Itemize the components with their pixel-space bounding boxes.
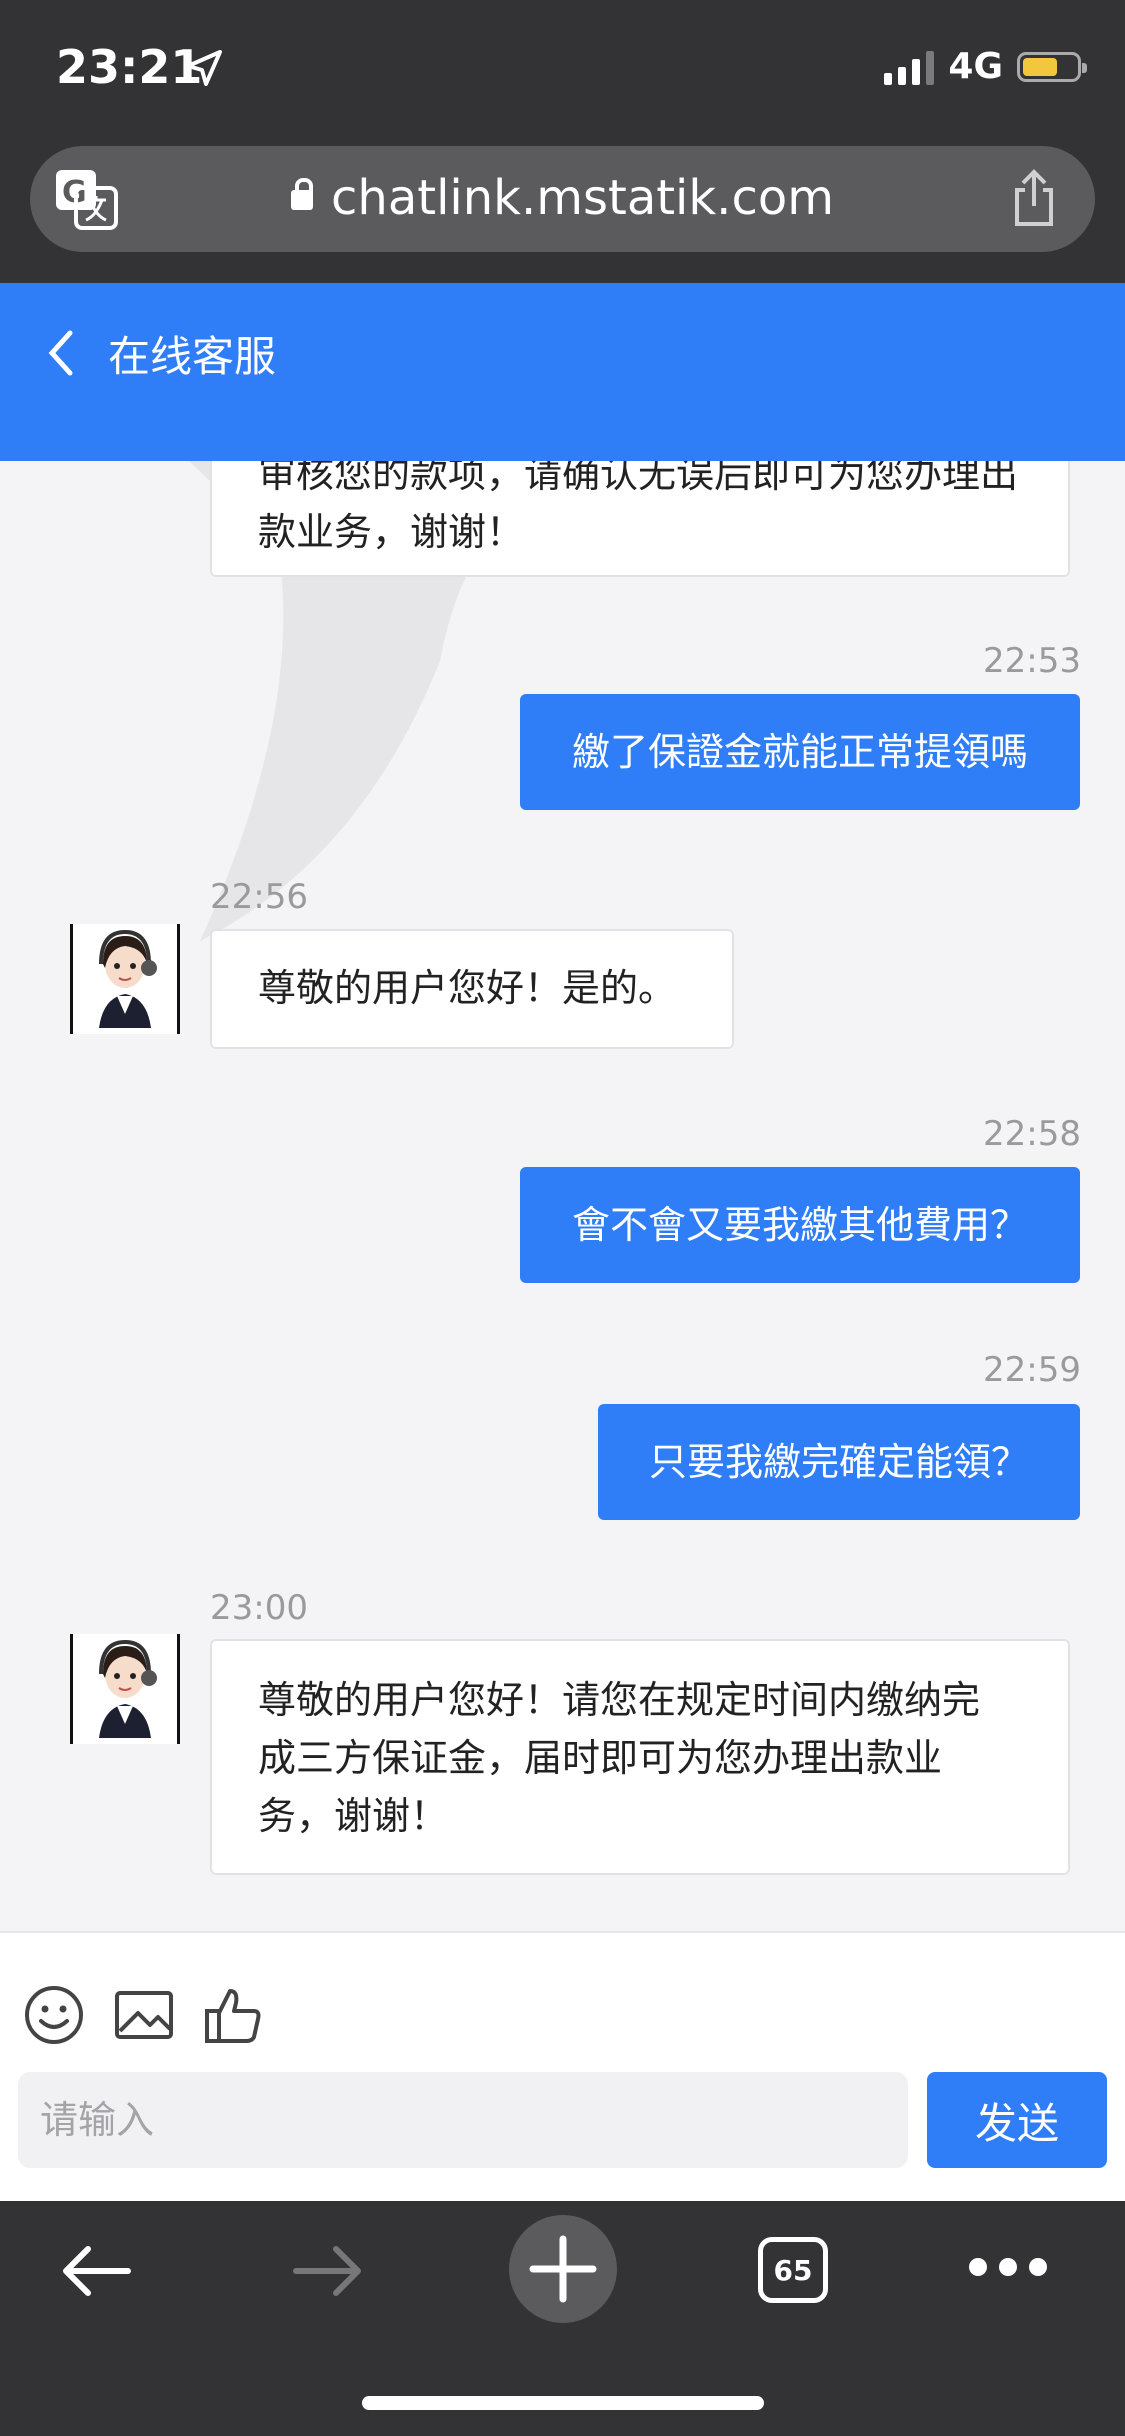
url-display[interactable]: chatlink.mstatik.com — [30, 170, 1095, 226]
agent-message: 尊敬的用户您好！请您在规定时间内缴纳完 成三方保证金，届时即可为您办理出款业 务… — [210, 1639, 1070, 1875]
message-text: 會不會又要我繳其他費用？ — [571, 1203, 1028, 1247]
message-line: 尊敬的用户您好！是的。 — [258, 966, 677, 1010]
user-message: 只要我繳完確定能領？ — [598, 1404, 1080, 1520]
user-message: 繳了保證金就能正常提領嗎 — [520, 694, 1080, 810]
message-timestamp: 22:53 — [983, 641, 1081, 681]
share-icon[interactable] — [1009, 168, 1059, 228]
status-and-url-bar: 23:21 4G G chatlink.mstatik.com — [0, 0, 1125, 283]
chat-header: 在线客服 — [0, 283, 1125, 461]
more-icon[interactable] — [966, 2255, 1050, 2279]
back-arrow-icon[interactable] — [56, 2239, 136, 2303]
message-composer: 发送 — [0, 1931, 1125, 2203]
message-text: 繳了保證金就能正常提領嗎 — [571, 730, 1028, 774]
user-message: 會不會又要我繳其他費用？ — [520, 1167, 1080, 1283]
send-button[interactable]: 发送 — [927, 2072, 1107, 2168]
network-type: 4G — [948, 46, 1003, 87]
location-arrow-icon — [186, 50, 222, 86]
agent-message: 审核您的款项，请确认无误后即可为您办理出 款业务，谢谢！ — [210, 461, 1070, 577]
agent-avatar-icon — [99, 1639, 157, 1738]
message-input[interactable] — [18, 2072, 908, 2168]
message-line: 款业务，谢谢！ — [258, 510, 525, 554]
message-timestamp: 22:59 — [983, 1350, 1081, 1390]
agent-avatar — [70, 1634, 180, 1744]
message-timestamp: 22:56 — [210, 877, 308, 917]
status-time: 23:21 — [56, 40, 203, 94]
emoji-icon[interactable] — [22, 1983, 86, 2047]
new-tab-plus-icon[interactable] — [507, 2213, 619, 2325]
page-title: 在线客服 — [108, 332, 277, 381]
cellular-signal-icon — [884, 49, 935, 85]
address-bar[interactable]: G chatlink.mstatik.com — [30, 146, 1095, 252]
agent-avatar — [70, 924, 180, 1034]
url-text: chatlink.mstatik.com — [331, 170, 834, 226]
home-indicator — [362, 2396, 764, 2410]
agent-message: 尊敬的用户您好！是的。 — [210, 929, 734, 1049]
message-timestamp: 23:00 — [210, 1588, 308, 1628]
message-line: 务，谢谢！ — [258, 1794, 449, 1838]
message-line: 审核您的款项，请确认无误后即可为您办理出 — [258, 461, 1019, 496]
battery-icon — [1017, 51, 1087, 82]
image-icon[interactable] — [112, 1983, 176, 2047]
lock-icon — [291, 178, 314, 210]
message-line: 成三方保证金，届时即可为您办理出款业 — [258, 1736, 943, 1780]
message-text: 只要我繳完確定能領？ — [648, 1440, 1029, 1484]
chat-messages[interactable]: 审核您的款项，请确认无误后即可为您办理出 款业务，谢谢！ 22:53 繳了保證金… — [0, 461, 1125, 1931]
thumbs-up-icon[interactable] — [202, 1983, 266, 2047]
tab-count: 65 — [773, 2253, 813, 2287]
status-indicators: 4G — [884, 46, 1087, 87]
forward-arrow-icon[interactable] — [288, 2239, 368, 2303]
message-line: 尊敬的用户您好！请您在规定时间内缴纳完 — [258, 1678, 981, 1722]
agent-avatar-icon — [99, 929, 157, 1028]
message-timestamp: 22:58 — [983, 1114, 1081, 1154]
tabs-button[interactable]: 65 — [758, 2237, 828, 2303]
back-chevron-icon[interactable] — [40, 323, 84, 383]
